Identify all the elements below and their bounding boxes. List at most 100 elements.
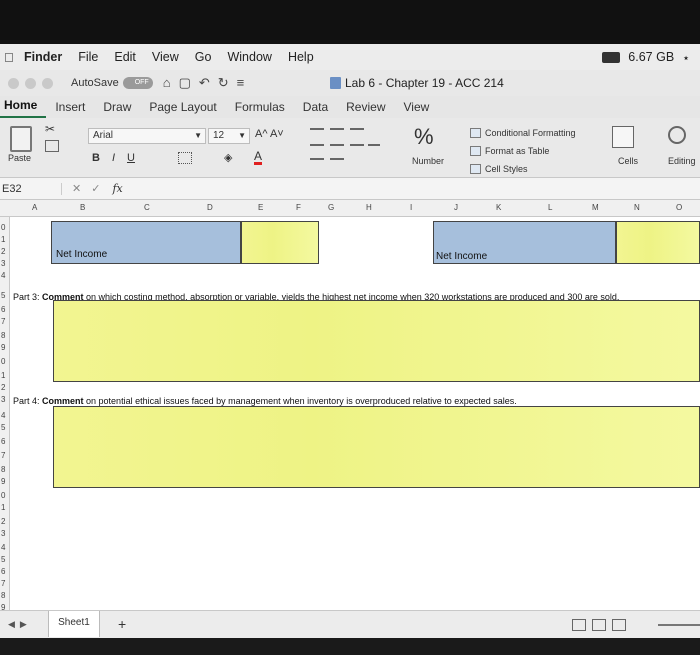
- column-header-e[interactable]: E: [258, 203, 263, 212]
- minimize-window-button[interactable]: [25, 77, 36, 89]
- column-header-i[interactable]: I: [410, 203, 412, 212]
- grow-shrink-font-buttons[interactable]: A^ A˅: [255, 128, 284, 140]
- tab-page-layout[interactable]: Page Layout: [140, 100, 225, 118]
- row-header[interactable]: 7: [1, 451, 5, 460]
- row-header[interactable]: 8: [1, 465, 5, 474]
- row-header[interactable]: 3: [1, 259, 5, 268]
- row-header[interactable]: 6: [1, 567, 5, 576]
- menu-finder[interactable]: Finder: [24, 50, 62, 64]
- tab-review[interactable]: Review: [337, 100, 394, 118]
- align-middle-icon[interactable]: [330, 128, 344, 130]
- row-header[interactable]: 6: [1, 437, 5, 446]
- undo-icon[interactable]: ↶: [199, 75, 210, 91]
- paste-label[interactable]: Paste: [8, 153, 31, 163]
- customize-toolbar-icon[interactable]: ≡: [237, 75, 245, 91]
- normal-view-icon[interactable]: [572, 619, 586, 631]
- redo-icon[interactable]: ↻: [218, 75, 229, 91]
- tab-home[interactable]: Home: [0, 98, 47, 118]
- align-center-icon[interactable]: [330, 144, 344, 146]
- font-name-select[interactable]: Arial ▼: [88, 128, 206, 144]
- search-icon[interactable]: [668, 126, 686, 144]
- cell-styles-button[interactable]: Cell Styles: [470, 160, 576, 178]
- row-header[interactable]: 2: [1, 383, 5, 392]
- cancel-icon[interactable]: ✕: [72, 182, 81, 195]
- row-header[interactable]: 8: [1, 331, 5, 340]
- autosave-toggle[interactable]: OFF: [122, 77, 153, 89]
- menu-go[interactable]: Go: [195, 50, 212, 64]
- font-color-icon[interactable]: A: [254, 150, 263, 165]
- italic-button[interactable]: I: [112, 152, 115, 164]
- tab-draw[interactable]: Draw: [94, 100, 140, 118]
- format-as-table-button[interactable]: Format as Table: [470, 142, 576, 160]
- name-box[interactable]: E32: [0, 182, 62, 195]
- worksheet-grid[interactable]: 0 1 2 3 4 5 6 7 8 9 0 1 2 3 4 5 6 7 8 9 …: [0, 217, 700, 612]
- row-header[interactable]: 4: [1, 411, 5, 420]
- insert-function-button[interactable]: fx: [112, 182, 122, 195]
- page-layout-view-icon[interactable]: [592, 619, 606, 631]
- tab-formulas[interactable]: Formulas: [226, 100, 294, 118]
- tab-insert[interactable]: Insert: [46, 100, 94, 118]
- part3-answer-cell[interactable]: [53, 300, 700, 382]
- row-header[interactable]: 2: [1, 517, 5, 526]
- close-window-button[interactable]: [8, 77, 19, 89]
- row-header[interactable]: 0: [1, 357, 5, 366]
- borders-icon[interactable]: [178, 152, 192, 164]
- menu-file[interactable]: File: [78, 50, 98, 64]
- tab-view[interactable]: View: [395, 100, 439, 118]
- row-header[interactable]: 7: [1, 317, 5, 326]
- bold-button[interactable]: B: [92, 152, 100, 164]
- row-header[interactable]: 2: [1, 247, 5, 256]
- row-header[interactable]: 1: [1, 371, 5, 380]
- column-header-k[interactable]: K: [496, 203, 501, 212]
- copy-icon[interactable]: [45, 140, 59, 152]
- underline-button[interactable]: U: [127, 152, 135, 164]
- menu-edit[interactable]: Edit: [114, 50, 136, 64]
- align-top-icon[interactable]: [310, 128, 324, 130]
- page-break-view-icon[interactable]: [612, 619, 626, 631]
- row-header[interactable]: 3: [1, 529, 5, 538]
- decrease-indent-icon[interactable]: [310, 158, 324, 160]
- merge-center-icon[interactable]: [368, 144, 380, 146]
- enter-icon[interactable]: ✓: [91, 182, 100, 195]
- column-header-h[interactable]: H: [366, 203, 372, 212]
- net-income-input-cell-left[interactable]: [241, 221, 319, 264]
- conditional-formatting-button[interactable]: Conditional Formatting: [470, 124, 576, 142]
- row-header[interactable]: 9: [1, 343, 5, 352]
- increase-indent-icon[interactable]: [330, 158, 344, 160]
- row-header[interactable]: 4: [1, 543, 5, 552]
- row-header[interactable]: 1: [1, 235, 5, 244]
- row-header[interactable]: 8: [1, 591, 5, 600]
- column-header-j[interactable]: J: [454, 203, 458, 212]
- row-header[interactable]: 5: [1, 423, 5, 432]
- column-header-m[interactable]: M: [592, 203, 599, 212]
- row-header[interactable]: 0: [1, 491, 5, 500]
- row-header[interactable]: 5: [1, 555, 5, 564]
- row-header[interactable]: 7: [1, 579, 5, 588]
- apple-menu-icon[interactable]: : [4, 50, 24, 65]
- fill-color-icon[interactable]: ◈: [224, 151, 232, 164]
- sheet-nav-arrows-icon[interactable]: ◀ ▶: [8, 619, 27, 630]
- column-header-b[interactable]: B: [80, 203, 85, 212]
- tab-data[interactable]: Data: [294, 100, 337, 118]
- column-header-d[interactable]: D: [207, 203, 213, 212]
- cells-icon[interactable]: [612, 126, 634, 148]
- column-header-l[interactable]: L: [548, 203, 552, 212]
- row-header[interactable]: 6: [1, 305, 5, 314]
- memory-status[interactable]: 6.67 GB: [628, 50, 674, 64]
- column-header-a[interactable]: A: [32, 203, 37, 212]
- cut-icon[interactable]: ✂: [45, 122, 55, 136]
- row-header[interactable]: 1: [1, 503, 5, 512]
- row-header[interactable]: 9: [1, 477, 5, 486]
- menu-view[interactable]: View: [152, 50, 179, 64]
- row-header[interactable]: 4: [1, 271, 5, 280]
- row-header[interactable]: 3: [1, 395, 5, 404]
- sheet-tab-sheet1[interactable]: Sheet1: [48, 611, 100, 637]
- add-sheet-button[interactable]: +: [118, 616, 126, 632]
- save-icon[interactable]: ▢: [179, 75, 191, 91]
- clipboard-icon[interactable]: [10, 126, 32, 152]
- menu-window[interactable]: Window: [227, 50, 271, 64]
- zoom-window-button[interactable]: [42, 77, 53, 89]
- align-right-icon[interactable]: [350, 144, 364, 146]
- bluetooth-icon[interactable]: ⋆: [682, 50, 690, 65]
- align-left-icon[interactable]: [310, 144, 324, 146]
